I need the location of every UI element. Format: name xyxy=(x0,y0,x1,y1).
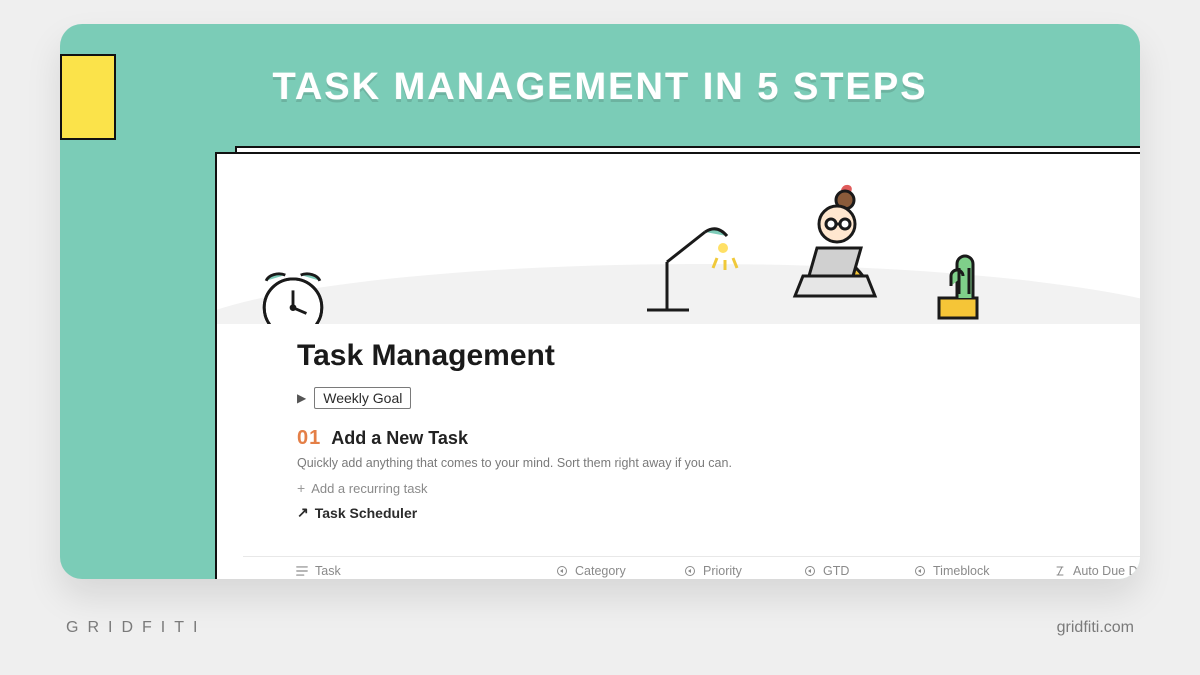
select-property-icon xyxy=(803,564,817,578)
col-auto-due[interactable]: Auto Due Date xyxy=(1053,564,1140,578)
plus-icon: + xyxy=(297,480,305,496)
formula-property-icon xyxy=(1053,564,1067,578)
col-priority-label: Priority xyxy=(703,564,742,578)
brand-wordmark: GRIDFITI xyxy=(66,619,206,637)
select-property-icon xyxy=(913,564,927,578)
task-scheduler-link[interactable]: ↗ Task Scheduler xyxy=(297,504,417,521)
arrow-upright-icon: ↗ xyxy=(297,504,309,521)
step-description: Quickly add anything that comes to your … xyxy=(297,456,1140,470)
add-recurring-label: Add a recurring task xyxy=(311,481,427,496)
notion-page: Task Management ▶ Weekly Goal 01 Add a N… xyxy=(215,152,1140,579)
task-scheduler-label: Task Scheduler xyxy=(315,505,417,521)
add-recurring-task[interactable]: + Add a recurring task xyxy=(297,480,428,496)
col-gtd[interactable]: GTD xyxy=(803,564,913,578)
col-category-label: Category xyxy=(575,564,626,578)
brand-url: gridfiti.com xyxy=(1057,619,1134,637)
col-timeblock-label: Timeblock xyxy=(933,564,990,578)
col-task[interactable]: Task xyxy=(295,564,555,578)
alarm-clock-icon xyxy=(245,252,341,324)
weekly-goal-label: Weekly Goal xyxy=(314,387,411,409)
page-body: Task Management ▶ Weekly Goal 01 Add a N… xyxy=(297,339,1140,531)
col-category[interactable]: Category xyxy=(555,564,683,578)
col-gtd-label: GTD xyxy=(823,564,849,578)
stage: TASK MANAGEMENT IN 5 STEPS xyxy=(0,0,1200,675)
col-priority[interactable]: Priority xyxy=(683,564,803,578)
step-title: Add a New Task xyxy=(331,428,468,449)
weekly-goal-toggle[interactable]: ▶ Weekly Goal xyxy=(297,387,411,409)
col-timeblock[interactable]: Timeblock xyxy=(913,564,1053,578)
col-task-label: Task xyxy=(315,564,341,578)
caret-right-icon: ▶ xyxy=(297,391,306,405)
person-illustration xyxy=(757,180,917,324)
select-property-icon xyxy=(555,564,569,578)
promo-card: TASK MANAGEMENT IN 5 STEPS xyxy=(60,24,1140,579)
cactus-icon xyxy=(923,246,993,324)
col-auto-due-label: Auto Due Date xyxy=(1073,564,1140,578)
step-heading: 01 Add a New Task xyxy=(297,427,1140,450)
table-header: Task Category Priority xyxy=(243,556,1140,579)
cover-illustration xyxy=(217,154,1140,324)
select-property-icon xyxy=(683,564,697,578)
page-title: Task Management xyxy=(297,339,1140,373)
text-property-icon xyxy=(295,564,309,578)
card-headline: TASK MANAGEMENT IN 5 STEPS xyxy=(60,66,1140,109)
step-number: 01 xyxy=(297,427,321,450)
desk-lamp-icon xyxy=(627,192,747,324)
